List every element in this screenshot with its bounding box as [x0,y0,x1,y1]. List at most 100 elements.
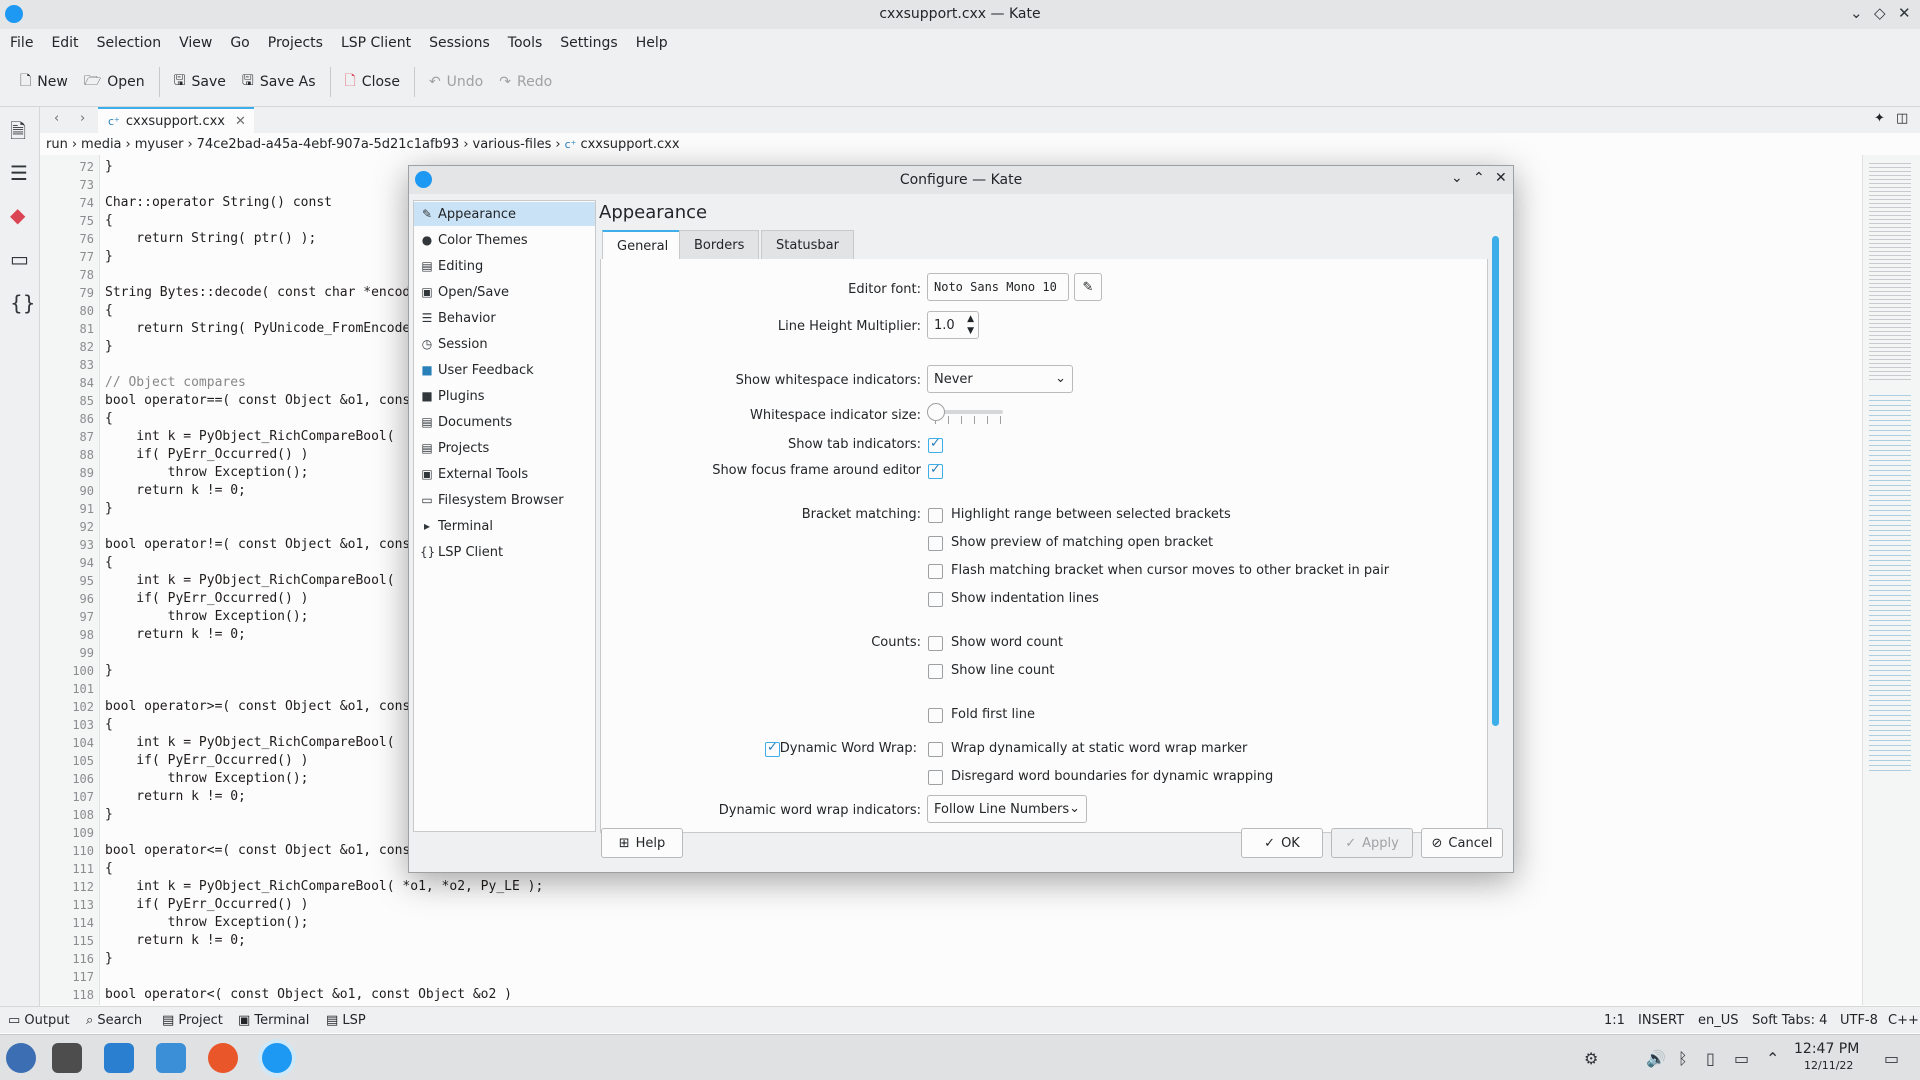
scrollbar-thumb[interactable] [1492,236,1499,726]
undo-button[interactable]: ↶ Undo [421,57,491,107]
bluetooth-icon[interactable]: ᛒ [1678,1049,1688,1068]
clock-date[interactable]: 12/11/22 [1804,1059,1853,1072]
new-button[interactable]: 🗋 New [12,57,76,107]
settings-scrollbar[interactable] [1489,236,1503,836]
minimize-icon[interactable]: ⌄ [1850,4,1863,22]
network-icon[interactable]: ▭ [1734,1049,1749,1068]
maximize-icon[interactable]: ⌃ [1473,170,1485,186]
expand-tray-icon[interactable]: ⌃ [1766,1049,1779,1068]
show-desktop-icon[interactable]: ▭ [1884,1049,1899,1068]
disregard-word-boundaries-checkbox[interactable] [928,770,943,785]
file-manager-icon[interactable] [156,1043,186,1073]
encoding[interactable]: UTF-8 [1840,1013,1878,1028]
firefox-icon[interactable] [208,1043,238,1073]
preview-open-bracket-checkbox[interactable] [928,536,943,551]
projects-icon[interactable]: ☰ [10,161,32,185]
highlight-range-checkbox[interactable] [928,508,943,523]
slider-handle[interactable] [927,403,945,421]
apply-button[interactable]: ✓ Apply [1331,828,1413,858]
pager-icon[interactable] [52,1043,82,1073]
fold-first-line-checkbox[interactable] [928,708,943,723]
nav-plugins[interactable]: ■ Plugins [414,384,595,408]
nav-external-tools[interactable]: ▣ External Tools [414,462,595,486]
breadcrumb-item[interactable]: cxxsupport.cxx [580,137,679,152]
save-button[interactable]: 🖫 Save [166,57,234,107]
search-toggle[interactable]: ⌕ Search [86,1013,142,1028]
nav-open-save[interactable]: ▣ Open/Save [414,280,595,304]
menu-projects[interactable]: Projects [258,29,331,51]
close-window-icon[interactable]: ✕ [1898,4,1911,22]
forward-icon[interactable]: › [80,111,85,126]
breadcrumb-item[interactable]: 74ce2bad-a45a-4ebf-907a-5d21c1afb93 [197,137,460,152]
nav-appearance[interactable]: ✎ Appearance [414,202,595,226]
input-mode[interactable]: INSERT [1638,1013,1684,1028]
back-icon[interactable]: ‹ [54,111,59,126]
menu-sessions[interactable]: Sessions [419,29,498,51]
terminal-toggle[interactable]: ▣ Terminal [238,1013,309,1028]
nav-color-themes[interactable]: ● Color Themes [414,228,595,252]
close-button[interactable]: 🗋 Close [337,57,408,107]
minimap[interactable] [1862,155,1920,1005]
wrap-static-marker-checkbox[interactable] [928,742,943,757]
clock-time[interactable]: 12:47 PM [1794,1041,1859,1057]
tab-borders[interactable]: Borders [679,230,760,260]
nav-behavior[interactable]: ☰ Behavior [414,306,595,330]
discover-icon[interactable] [104,1043,134,1073]
tab-statusbar[interactable]: Statusbar [761,230,854,260]
breadcrumb-item[interactable]: various-files [473,137,552,152]
nav-session[interactable]: ◷ Session [414,332,595,356]
close-dialog-icon[interactable]: ✕ [1495,170,1507,186]
symbols-icon[interactable]: {} [10,291,35,315]
dictionary[interactable]: en_US [1698,1013,1739,1028]
tab-cxxsupport[interactable]: c⁺ cxxsupport.cxx ✕ [98,107,254,133]
nav-filesystem-browser[interactable]: ▭ Filesystem Browser [414,488,595,512]
nav-projects[interactable]: ▤ Projects [414,436,595,460]
battery-icon[interactable]: ▯ [1706,1049,1715,1068]
breadcrumb-item[interactable]: myuser [135,137,184,152]
menu-selection[interactable]: Selection [87,29,170,51]
dynamic-word-wrap-checkbox[interactable] [765,740,780,757]
project-toggle[interactable]: ▤ Project [162,1013,223,1028]
menu-help[interactable]: Help [626,29,676,51]
kate-taskbar-icon[interactable] [262,1043,292,1073]
menu-settings[interactable]: Settings [550,29,625,51]
indentation-lines-checkbox[interactable] [928,592,943,607]
nav-documents[interactable]: ▤ Documents [414,410,595,434]
nav-user-feedback[interactable]: ■ User Feedback [414,358,595,382]
app-launcher-icon[interactable] [6,1043,36,1073]
minimize-icon[interactable]: ⌄ [1451,170,1463,186]
dynamic-wrap-indicators-select[interactable]: Follow Line Numbers ⌄ [927,795,1087,823]
open-button[interactable]: 🗁 Open [76,57,153,107]
cursor-position[interactable]: 1:1 [1604,1013,1625,1028]
split-view-icon[interactable]: ◫ [1896,111,1908,126]
whitespace-size-slider[interactable] [927,399,1009,425]
menu-edit[interactable]: Edit [41,29,86,51]
tab-indicators-checkbox[interactable] [928,436,943,453]
word-count-checkbox[interactable] [928,636,943,651]
help-button[interactable]: ⊞ Help [601,828,683,858]
whitespace-indicators-select[interactable]: Never ⌄ [927,365,1073,393]
cancel-button[interactable]: ⊘ Cancel [1421,828,1503,858]
nav-editing[interactable]: ▤ Editing [414,254,595,278]
breadcrumb-item[interactable]: run [46,137,68,152]
volume-icon[interactable]: 🔊 [1646,1049,1666,1068]
menu-lsp-client[interactable]: LSP Client [331,29,419,51]
menu-tools[interactable]: Tools [498,29,551,51]
line-count-checkbox[interactable] [928,664,943,679]
line-height-spinbox[interactable]: 1.0 ▲ ▼ [927,311,979,339]
close-tab-icon[interactable]: ✕ [235,114,246,129]
redo-button[interactable]: ↷ Redo [491,57,560,107]
breadcrumb-item[interactable]: media [81,137,122,152]
editor-font-field[interactable]: Noto Sans Mono 10 [927,273,1069,301]
flash-matching-checkbox[interactable] [928,564,943,579]
output-toggle[interactable]: ▭ Output [8,1013,70,1028]
filesystem-browser-icon[interactable]: ▭ [10,247,32,271]
nav-terminal[interactable]: ▸ Terminal [414,514,595,538]
lsp-toggle[interactable]: ▤ LSP [326,1013,366,1028]
nav-lsp-client[interactable]: {} LSP Client [414,540,595,564]
spin-arrows-icon[interactable]: ▲ ▼ [967,313,974,337]
documents-icon[interactable]: 🗎 [10,117,32,143]
connect-icon[interactable]: ⚙ [1584,1049,1598,1068]
focus-frame-checkbox[interactable] [928,462,943,479]
pin-icon[interactable]: ✦ [1874,111,1885,126]
